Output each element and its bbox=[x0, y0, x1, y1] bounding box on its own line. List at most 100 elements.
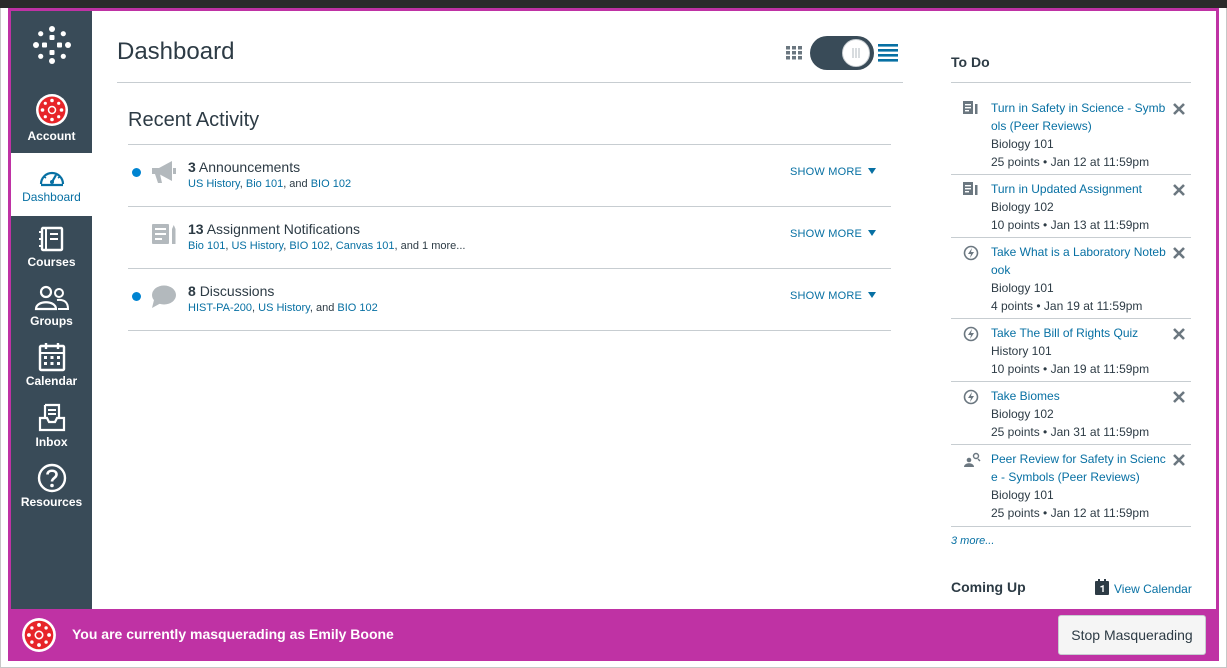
todo-due: 4 points • Jan 19 at 11:59pm bbox=[991, 299, 1143, 313]
calendar-day-icon bbox=[1095, 579, 1109, 598]
divider bbox=[128, 330, 891, 331]
show-more-label: SHOW MORE bbox=[790, 228, 863, 240]
stop-masquerading-button[interactable]: Stop Masquerading bbox=[1058, 615, 1206, 655]
window-top-bar bbox=[0, 0, 1227, 8]
course-link[interactable]: BIO 102 bbox=[289, 240, 329, 252]
recent-activity-title: Recent Activity bbox=[128, 109, 260, 131]
assignment-icon bbox=[963, 101, 979, 120]
todo-course: Biology 102 bbox=[991, 200, 1054, 214]
close-icon[interactable] bbox=[1171, 326, 1187, 342]
todo-item-link[interactable]: Take What is a Laboratory Notebook bbox=[991, 243, 1167, 279]
divider bbox=[951, 381, 1191, 382]
toggle-knob bbox=[842, 39, 870, 67]
close-icon[interactable] bbox=[1171, 101, 1187, 117]
nav-dashboard-label: Dashboard bbox=[22, 190, 81, 204]
close-icon[interactable] bbox=[1171, 182, 1187, 198]
activity-row-announcements: 3 Announcements US History, Bio 101, and… bbox=[128, 145, 891, 205]
dashboard-view-toggle bbox=[786, 36, 902, 70]
todo-title: To Do bbox=[951, 54, 990, 70]
activity-label: Assignment Notifications bbox=[206, 221, 360, 237]
activity-row-discussions: 8 Discussions HIST-PA-200, US History, a… bbox=[128, 269, 891, 329]
activity-label: Discussions bbox=[199, 283, 275, 299]
close-icon[interactable] bbox=[1171, 245, 1187, 261]
course-link[interactable]: US History bbox=[188, 178, 240, 190]
close-icon[interactable] bbox=[1171, 389, 1187, 405]
page-title: Dashboard bbox=[117, 38, 235, 65]
todo-item-link[interactable]: Turn in Safety in Science - Symbols (Pee… bbox=[991, 99, 1167, 135]
course-link[interactable]: BIO 102 bbox=[337, 302, 377, 314]
masquerade-message: You are currently masquerading as Emily … bbox=[72, 626, 394, 642]
card-view-icon[interactable] bbox=[786, 46, 802, 65]
activity-courses: US History, Bio 101, and BIO 102 bbox=[188, 178, 351, 190]
nav-calendar[interactable]: Calendar bbox=[11, 342, 92, 388]
course-link[interactable]: Bio 101 bbox=[188, 240, 225, 252]
activity-row-assignments: 13 Assignment Notifications Bio 101, US … bbox=[128, 207, 891, 267]
todo-due: 10 points • Jan 19 at 11:59pm bbox=[991, 362, 1150, 376]
nav-courses[interactable]: Courses bbox=[11, 225, 92, 269]
divider bbox=[951, 318, 1191, 319]
todo-item-link[interactable]: Peer Review for Safety in Science - Symb… bbox=[991, 450, 1167, 486]
activity-heading: 8 Discussions bbox=[188, 283, 274, 299]
nav-account[interactable]: Account bbox=[11, 93, 92, 149]
todo-item-link[interactable]: Take The Bill of Rights Quiz bbox=[991, 324, 1167, 342]
recent-activity-view-icon[interactable] bbox=[878, 44, 898, 67]
divider bbox=[951, 82, 1191, 83]
show-more-button[interactable]: SHOW MORE bbox=[790, 228, 877, 240]
course-link[interactable]: HIST-PA-200 bbox=[188, 302, 252, 314]
masquerade-bar: You are currently masquerading as Emily … bbox=[11, 609, 1216, 661]
show-more-label: SHOW MORE bbox=[790, 290, 863, 302]
todo-item-link[interactable]: Turn in Updated Assignment bbox=[991, 180, 1167, 198]
show-more-label: SHOW MORE bbox=[790, 166, 863, 178]
quiz-icon bbox=[963, 326, 979, 347]
course-link[interactable]: US History bbox=[258, 302, 310, 314]
more-courses-text: , and 1 more... bbox=[394, 240, 466, 252]
dashboard-icon bbox=[38, 166, 66, 188]
show-more-button[interactable]: SHOW MORE bbox=[790, 166, 877, 178]
todo-course: History 101 bbox=[991, 344, 1052, 358]
canvas-logo-icon bbox=[32, 25, 72, 65]
canvas-logo[interactable] bbox=[11, 25, 92, 65]
header-divider bbox=[117, 82, 903, 83]
inbox-icon bbox=[38, 403, 66, 433]
nav-dashboard[interactable]: Dashboard bbox=[11, 153, 92, 216]
show-more-button[interactable]: SHOW MORE bbox=[790, 290, 877, 302]
divider bbox=[951, 444, 1191, 445]
todo-due: 25 points • Jan 12 at 11:59pm bbox=[991, 155, 1150, 169]
activity-label: Announcements bbox=[198, 159, 301, 175]
todo-item-link[interactable]: Take Biomes bbox=[991, 387, 1167, 405]
view-toggle-switch[interactable] bbox=[810, 36, 874, 70]
assignment-icon bbox=[150, 221, 178, 252]
nav-resources-label: Resources bbox=[20, 495, 83, 509]
activity-count: 3 bbox=[188, 159, 196, 175]
divider bbox=[951, 237, 1191, 238]
quiz-icon bbox=[963, 245, 979, 266]
activity-heading: 3 Announcements bbox=[188, 159, 300, 175]
help-icon bbox=[37, 463, 67, 493]
close-icon[interactable] bbox=[1171, 452, 1187, 468]
assignment-icon bbox=[963, 182, 979, 201]
groups-icon bbox=[34, 284, 70, 312]
caret-down-icon bbox=[868, 168, 877, 174]
nav-inbox[interactable]: Inbox bbox=[11, 403, 92, 449]
course-link[interactable]: US History bbox=[231, 240, 283, 252]
megaphone-icon bbox=[150, 159, 178, 190]
divider bbox=[951, 174, 1191, 175]
activity-heading: 13 Assignment Notifications bbox=[188, 221, 360, 237]
peer-review-icon bbox=[963, 452, 981, 473]
nav-groups[interactable]: Groups bbox=[11, 284, 92, 328]
todo-more-link[interactable]: 3 more... bbox=[951, 535, 994, 547]
calendar-icon bbox=[38, 342, 66, 372]
nav-calendar-label: Calendar bbox=[25, 374, 78, 388]
course-link[interactable]: Bio 101 bbox=[246, 178, 283, 190]
caret-down-icon bbox=[868, 230, 877, 236]
nav-resources[interactable]: Resources bbox=[11, 463, 92, 509]
activity-courses: HIST-PA-200, US History, and BIO 102 bbox=[188, 302, 378, 314]
activity-courses: Bio 101, US History, BIO 102, Canvas 101… bbox=[188, 240, 465, 252]
divider bbox=[951, 526, 1191, 527]
course-link[interactable]: BIO 102 bbox=[311, 178, 351, 190]
nav-account-label: Account bbox=[27, 129, 76, 143]
course-link[interactable]: Canvas 101 bbox=[336, 240, 395, 252]
view-calendar-link[interactable]: View Calendar bbox=[1095, 579, 1192, 598]
activity-count: 8 bbox=[188, 283, 196, 299]
todo-course: Biology 101 bbox=[991, 137, 1054, 151]
